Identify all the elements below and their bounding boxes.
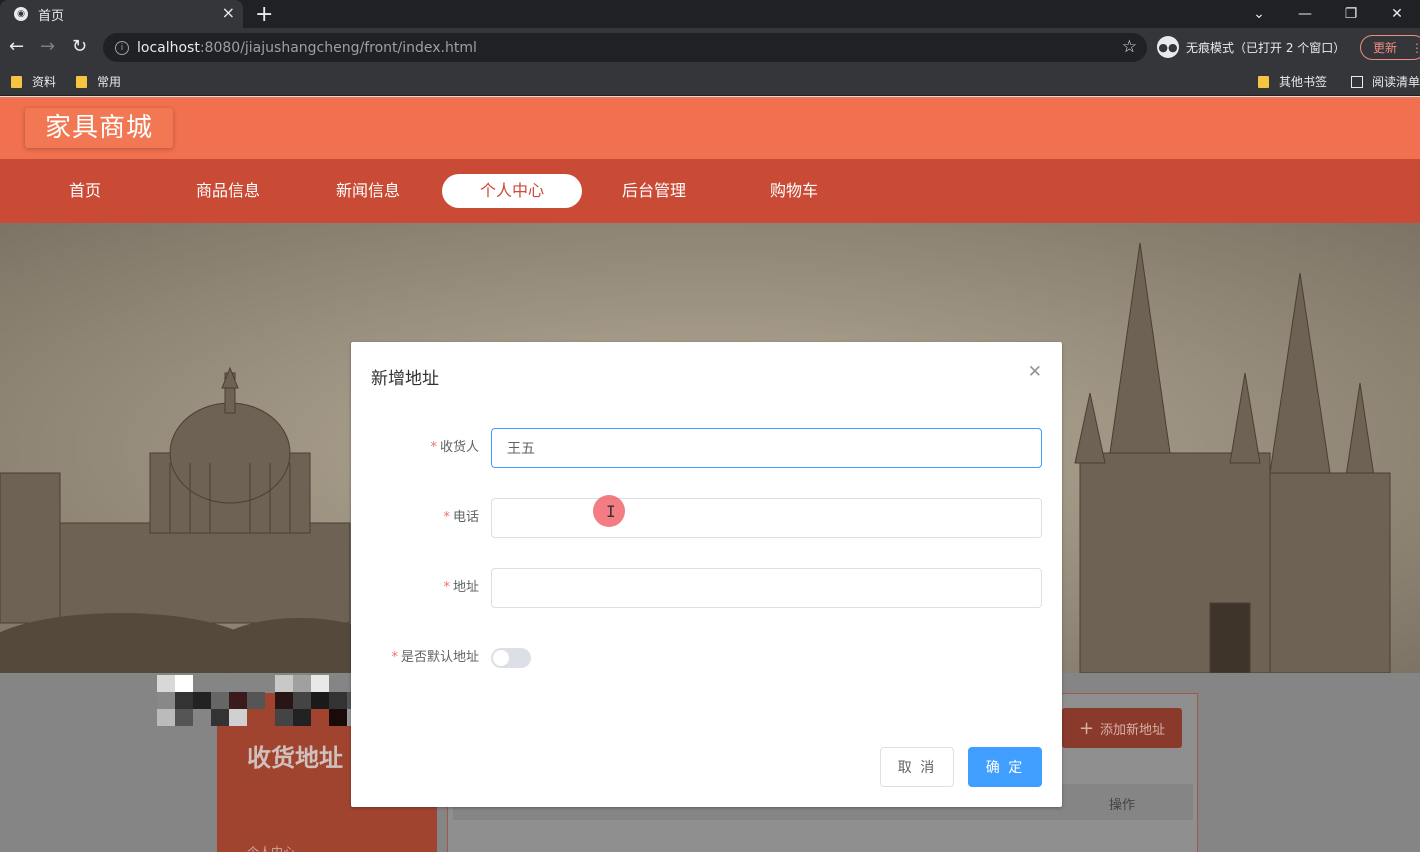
address-label-text: 地址 bbox=[452, 580, 479, 595]
receiver-input[interactable] bbox=[491, 428, 1042, 468]
site-logo[interactable]: 家具商城 bbox=[25, 108, 174, 148]
side-sub[interactable]: 个人中心 bbox=[247, 843, 295, 852]
address-label: * 地址 bbox=[443, 568, 479, 608]
tab-title: 首页 bbox=[38, 8, 65, 24]
bookmark-label: 资料 bbox=[32, 75, 57, 89]
add-address-dialog: 新增地址 ✕ *收货人 *电话 *地址 *是否默认地址 取 消 确 定 bbox=[351, 342, 1062, 807]
globe-icon: ◉ bbox=[14, 7, 28, 21]
address-toolbar: ← → ↻ i localhost :8080/jiajushangcheng/… bbox=[0, 28, 1420, 66]
reading-list-icon bbox=[1351, 75, 1363, 88]
bookmark-folder-changyong[interactable]: 常用 bbox=[76, 73, 121, 90]
folder-icon bbox=[11, 75, 22, 88]
required-mark: * bbox=[443, 580, 450, 595]
update-label: 更新 bbox=[1373, 41, 1398, 55]
tab-search-icon[interactable]: ⌄ bbox=[1236, 0, 1282, 28]
receiver-label-text: 收货人 bbox=[439, 440, 479, 455]
column-header-actions: 操作 bbox=[1109, 798, 1136, 813]
form-row-phone: * 电话 bbox=[351, 498, 1062, 538]
reload-icon[interactable]: ↻ bbox=[72, 36, 87, 57]
main-nav: 首页 商品信息 新闻信息 个人中心 后台管理 购物车 bbox=[0, 159, 1420, 223]
reading-list[interactable]: 阅读清单 bbox=[1351, 73, 1420, 90]
info-icon[interactable]: i bbox=[115, 40, 129, 55]
nav-admin[interactable]: 后台管理 bbox=[604, 174, 704, 208]
close-tab-icon[interactable]: × bbox=[222, 5, 235, 21]
minimize-icon[interactable]: — bbox=[1282, 0, 1328, 28]
form-row-default: * 是否默认地址 bbox=[351, 638, 1062, 678]
default-label-text: 是否默认地址 bbox=[400, 650, 479, 665]
incognito-indicator[interactable]: ●● 无痕模式（已打开 2 个窗口） bbox=[1157, 36, 1345, 58]
window-controls: ⌄ — ❐ ✕ bbox=[1236, 0, 1420, 28]
add-address-label: 添加新地址 bbox=[1100, 722, 1166, 738]
bookmarks-bar: 资料 常用 其他书签 阅读清单 bbox=[0, 66, 1420, 96]
phone-input[interactable] bbox=[491, 498, 1042, 538]
nav-cart[interactable]: 购物车 bbox=[744, 174, 844, 208]
address-input[interactable] bbox=[491, 568, 1042, 608]
other-bookmarks[interactable]: 其他书签 bbox=[1258, 73, 1327, 90]
nav-products[interactable]: 商品信息 bbox=[178, 174, 278, 208]
new-tab-icon[interactable]: + bbox=[255, 2, 273, 27]
update-button[interactable]: 更新 ⋮ bbox=[1360, 35, 1420, 60]
required-mark: * bbox=[430, 440, 437, 455]
plus-icon: + bbox=[1078, 717, 1095, 739]
add-address-button[interactable]: + 添加新地址 bbox=[1062, 708, 1182, 748]
reading-list-label: 阅读清单 bbox=[1372, 75, 1420, 89]
other-bookmarks-label: 其他书签 bbox=[1279, 75, 1328, 89]
browser-tab-strip: ◉ 首页 × + ⌄ — ❐ ✕ bbox=[0, 0, 1420, 28]
default-address-switch[interactable] bbox=[491, 648, 531, 668]
phone-label: * 电话 bbox=[443, 498, 479, 538]
phone-label-text: 电话 bbox=[452, 510, 479, 525]
receiver-label: * 收货人 bbox=[430, 428, 479, 468]
url-path: :8080/jiajushangcheng/front/index.html bbox=[199, 39, 477, 56]
switch-knob bbox=[493, 650, 509, 666]
bookmark-star-icon[interactable]: ☆ bbox=[1122, 37, 1137, 57]
dialog-title: 新增地址 bbox=[371, 369, 439, 389]
bookmark-label: 常用 bbox=[97, 75, 122, 89]
form-row-address: * 地址 bbox=[351, 568, 1062, 608]
close-icon[interactable]: ✕ bbox=[1028, 364, 1042, 381]
cancel-button[interactable]: 取 消 bbox=[880, 747, 954, 787]
more-menu-icon[interactable]: ⋮ bbox=[1411, 41, 1420, 55]
confirm-button[interactable]: 确 定 bbox=[968, 747, 1042, 787]
url-bar[interactable]: i localhost :8080/jiajushangcheng/front/… bbox=[103, 33, 1147, 62]
forward-arrow-icon[interactable]: → bbox=[40, 36, 55, 57]
restore-icon[interactable]: ❐ bbox=[1328, 0, 1374, 28]
site-header: 家具商城 bbox=[0, 97, 1420, 159]
form-row-receiver: * 收货人 bbox=[351, 428, 1062, 468]
bookmark-folder-ziliao[interactable]: 资料 bbox=[11, 73, 56, 90]
nav-home[interactable]: 首页 bbox=[45, 174, 125, 208]
nav-personal-center[interactable]: 个人中心 bbox=[442, 174, 582, 208]
nav-news[interactable]: 新闻信息 bbox=[318, 174, 418, 208]
url-host: localhost bbox=[137, 39, 200, 56]
incognito-text: 无痕模式（已打开 2 个窗口） bbox=[1186, 40, 1346, 55]
side-title: 收货地址 bbox=[247, 744, 343, 772]
default-label: * 是否默认地址 bbox=[391, 638, 479, 678]
browser-tab[interactable]: ◉ 首页 × bbox=[0, 0, 243, 28]
text-cursor-icon: I bbox=[606, 502, 616, 521]
required-mark: * bbox=[391, 650, 398, 665]
folder-icon bbox=[1258, 75, 1269, 88]
folder-icon bbox=[76, 75, 87, 88]
back-arrow-icon[interactable]: ← bbox=[9, 36, 24, 57]
incognito-icon: ●● bbox=[1157, 36, 1179, 58]
close-window-icon[interactable]: ✕ bbox=[1374, 0, 1420, 28]
required-mark: * bbox=[443, 510, 450, 525]
